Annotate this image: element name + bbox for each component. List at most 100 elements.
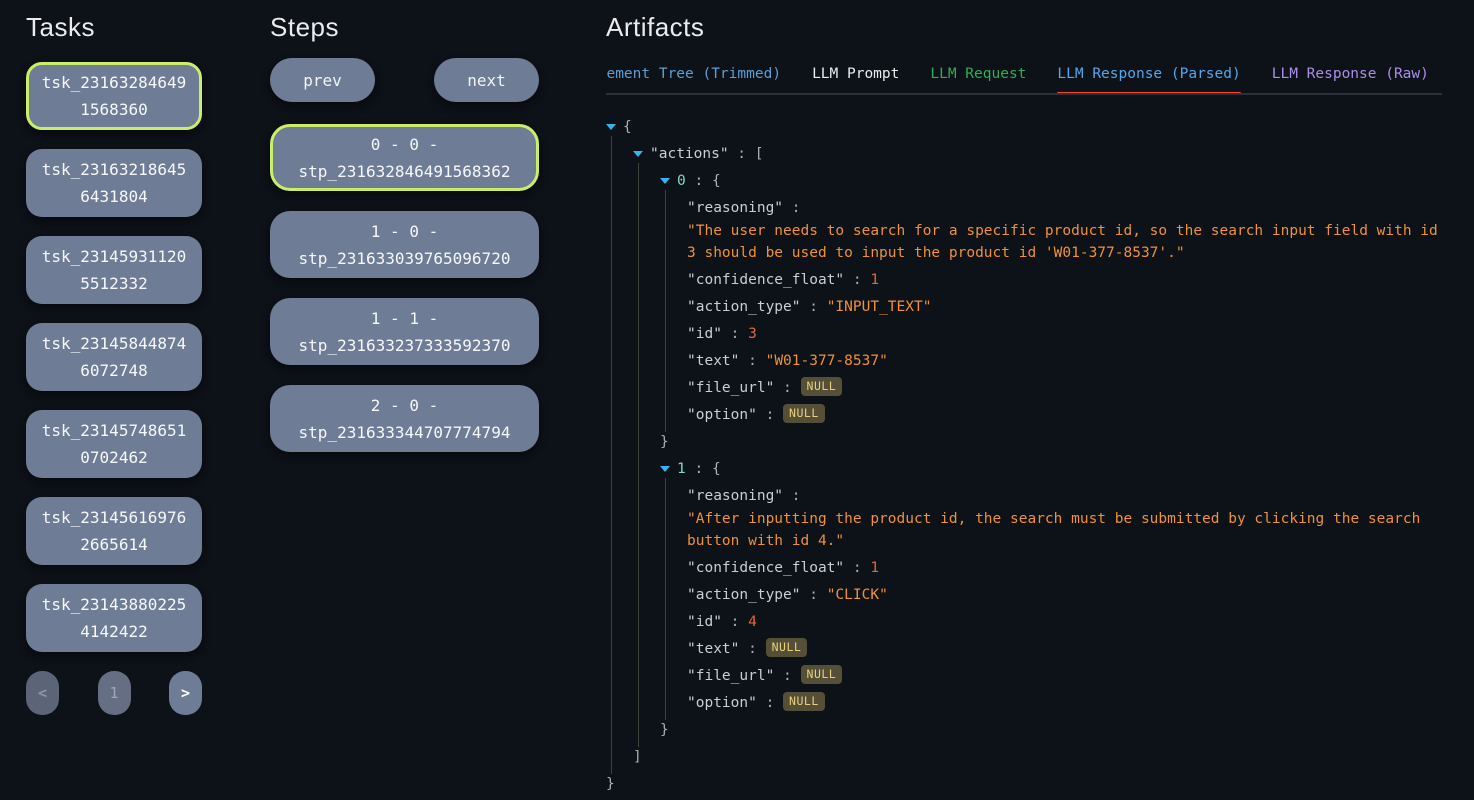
- indent-guide: [606, 170, 633, 192]
- json-token-punc: :: [722, 614, 748, 630]
- indent-guide: [660, 296, 687, 318]
- json-row-content: "option" : NULL: [687, 404, 1442, 426]
- indent-guide: [606, 665, 633, 687]
- json-row: 1 : {: [606, 458, 1442, 480]
- tab-llm-response-parsed[interactable]: LLM Response (Parsed): [1057, 66, 1240, 82]
- json-row-content: "actions" : [: [650, 143, 1442, 165]
- indent-guide: [660, 584, 687, 606]
- json-token-key: "action_type": [687, 587, 801, 603]
- tab-element-tree-trimmed[interactable]: Element Tree (Trimmed): [606, 66, 781, 82]
- indent-guide: [606, 584, 633, 606]
- json-token-punc: {: [712, 173, 721, 189]
- task-list: tsk_231632846491568360 tsk_23163218645643…: [26, 62, 202, 652]
- json-row-content: "action_type" : "INPUT_TEXT": [687, 296, 1442, 318]
- page-next-button[interactable]: >: [169, 671, 202, 715]
- json-row-content: {: [623, 116, 1442, 138]
- step-item[interactable]: 2 - 0 - stp_231633344707774794: [270, 385, 539, 452]
- indent-guide: [606, 746, 633, 768]
- task-item[interactable]: tsk_231456169762665614: [26, 497, 202, 565]
- json-token-num: 4: [748, 614, 757, 630]
- json-row: ]: [606, 746, 1442, 768]
- json-row-content: "text" : "W01-377-8537": [687, 350, 1442, 372]
- json-token-key: "action_type": [687, 299, 801, 315]
- prev-step-button[interactable]: prev: [270, 58, 375, 102]
- json-token-key: "reasoning": [687, 200, 783, 216]
- tasks-pagination: < 1 >: [26, 671, 202, 715]
- null-badge: NULL: [801, 665, 843, 684]
- indent-guide: [660, 692, 687, 714]
- artifacts-panel: Artifacts Element Tree (Trimmed) LLM Prom…: [606, 0, 1442, 800]
- json-row: "actions" : [: [606, 143, 1442, 165]
- next-step-button[interactable]: next: [434, 58, 539, 102]
- step-item[interactable]: 1 - 0 - stp_231633039765096720: [270, 211, 539, 278]
- json-row: "reasoning" :: [606, 197, 1442, 219]
- collapse-arrow-icon[interactable]: [660, 466, 670, 472]
- json-token-idx: 0: [677, 173, 686, 189]
- collapse-arrow-icon[interactable]: [660, 178, 670, 184]
- json-token-punc: :: [801, 299, 827, 315]
- task-item[interactable]: tsk_231459311205512332: [26, 236, 202, 304]
- artifacts-title: Artifacts: [606, 0, 1442, 50]
- json-token-punc: :: [774, 668, 800, 684]
- tab-llm-response-raw[interactable]: LLM Response (Raw): [1272, 66, 1429, 82]
- collapse-arrow-icon[interactable]: [633, 151, 643, 157]
- task-item[interactable]: tsk_231632186456431804: [26, 149, 202, 217]
- json-row: "reasoning" :: [606, 485, 1442, 507]
- json-row-content: "The user needs to search for a specific…: [687, 220, 1442, 264]
- json-token-punc: :: [783, 488, 809, 504]
- json-token-punc: :: [757, 407, 783, 423]
- page-prev-button[interactable]: <: [26, 671, 59, 715]
- indent-guide: [633, 170, 660, 192]
- json-row-content: ]: [633, 746, 1442, 768]
- tasks-title: Tasks: [26, 0, 202, 50]
- indent-guide: [606, 638, 633, 660]
- indent-guide: [660, 404, 687, 426]
- json-token-idx: 1: [677, 461, 686, 477]
- task-item[interactable]: tsk_231457486510702462: [26, 410, 202, 478]
- artifacts-tab-row: Element Tree (Trimmed) LLM Prompt LLM Requ…: [606, 66, 1442, 95]
- step-item[interactable]: 0 - 0 - stp_231632846491568362: [270, 124, 539, 191]
- json-row-content: 0 : {: [677, 170, 1442, 192]
- json-token-key: "id": [687, 614, 722, 630]
- indent-guide: [660, 323, 687, 345]
- indent-guide: [606, 350, 633, 372]
- indent-guide: [606, 431, 633, 453]
- indent-guide: [606, 458, 633, 480]
- json-row-content: "confidence_float" : 1: [687, 269, 1442, 291]
- task-item[interactable]: tsk_231458448746072748: [26, 323, 202, 391]
- json-token-punc: :: [783, 200, 809, 216]
- json-row-content: "file_url" : NULL: [687, 665, 1442, 687]
- json-row: "action_type" : "INPUT_TEXT": [606, 296, 1442, 318]
- indent-guide: [606, 143, 633, 165]
- json-row: "text" : NULL: [606, 638, 1442, 660]
- indent-guide: [660, 557, 687, 579]
- json-row: }: [606, 773, 1442, 795]
- indent-guide: [606, 220, 633, 264]
- json-row: "action_type" : "CLICK": [606, 584, 1442, 606]
- indent-guide: [633, 719, 660, 741]
- indent-guide: [606, 719, 633, 741]
- tab-llm-prompt[interactable]: LLM Prompt: [812, 66, 899, 82]
- steps-panel: Steps prev next 0 - 0 - stp_231632846491…: [270, 0, 539, 472]
- step-item[interactable]: 1 - 1 - stp_231633237333592370: [270, 298, 539, 365]
- indent-guide: [660, 269, 687, 291]
- json-row: 0 : {: [606, 170, 1442, 192]
- page-number-button[interactable]: 1: [98, 671, 131, 715]
- task-item[interactable]: tsk_231438802254142422: [26, 584, 202, 652]
- tasks-panel: Tasks tsk_231632846491568360 tsk_23163218…: [26, 0, 202, 715]
- collapse-arrow-icon[interactable]: [606, 124, 616, 130]
- json-token-num: 1: [870, 272, 879, 288]
- json-row-content: }: [606, 773, 1442, 795]
- indent-guide: [606, 692, 633, 714]
- tab-llm-request[interactable]: LLM Request: [930, 66, 1026, 82]
- json-row: }: [606, 431, 1442, 453]
- indent-guide: [606, 611, 633, 633]
- indent-guide: [606, 557, 633, 579]
- indent-guide: [633, 404, 660, 426]
- json-token-str: "INPUT_TEXT": [827, 299, 932, 315]
- json-row-content: "option" : NULL: [687, 692, 1442, 714]
- indent-guide: [633, 431, 660, 453]
- task-item[interactable]: tsk_231632846491568360: [26, 62, 202, 130]
- json-token-key: "actions": [650, 146, 729, 162]
- json-token-str: "W01-377-8537": [766, 353, 888, 369]
